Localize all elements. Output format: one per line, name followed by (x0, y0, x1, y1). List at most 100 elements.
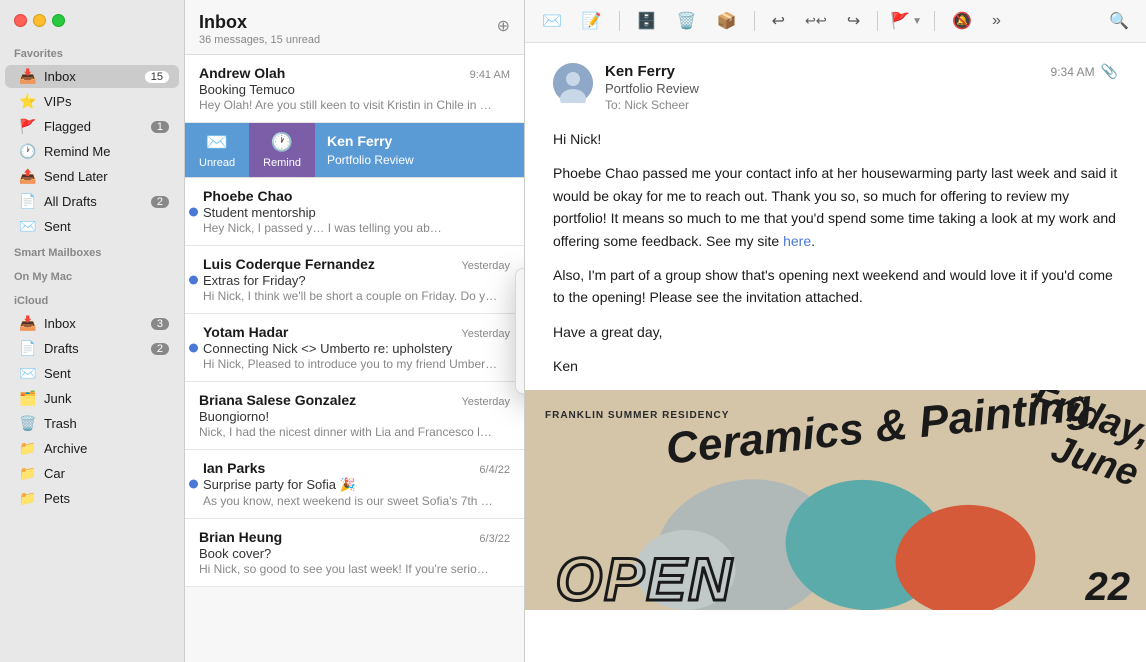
move-button[interactable]: 📦 (712, 8, 742, 34)
sidebar-item-label: All Drafts (44, 194, 144, 209)
folder-icon: 📁 (19, 465, 37, 482)
sidebar-item-flagged[interactable]: 🚩 Flagged 1 (5, 115, 179, 138)
sidebar-item-icloud-sent[interactable]: ✉️ Sent (5, 362, 179, 385)
unread-indicator (189, 343, 198, 352)
unread-icon: ✉️ (206, 132, 228, 153)
sidebar-item-icloud-inbox[interactable]: 📥 Inbox 3 (5, 312, 179, 335)
toolbar-separator (754, 11, 755, 31)
send-later-icon: 📤 (19, 168, 37, 185)
ken-ferry-swipe[interactable]: Ken Ferry Portfolio Review (315, 123, 524, 177)
delete-button[interactable]: 🗑️ (672, 8, 702, 34)
site-link[interactable]: here (783, 233, 811, 249)
sender-avatar (553, 63, 593, 103)
remind-swipe-button[interactable]: 🕐 Remind (249, 123, 315, 177)
clock-icon: 🕐 (19, 143, 37, 160)
remind-later[interactable]: Remind me Later… (516, 360, 524, 389)
forward-button[interactable]: ↪ (842, 8, 865, 34)
message-sender: Ian Parks (203, 460, 265, 476)
message-item[interactable]: Brian Heung 6/3/22 Book cover? Hi Nick, … (185, 519, 524, 587)
message-time: 6/4/22 (479, 464, 510, 476)
flag-button[interactable]: 🚩 ▼ (890, 11, 922, 31)
message-preview: Hey Nick, I passed y… I was telling you … (203, 221, 498, 235)
sidebar-item-icloud-junk[interactable]: 🗂️ Junk (5, 387, 179, 410)
flagged-badge: 1 (151, 121, 169, 133)
message-item[interactable]: Phoebe Chao Student mentorship Hey Nick,… (185, 178, 524, 246)
icloud-inbox-badge: 3 (151, 318, 169, 330)
sidebar-item-label: Drafts (44, 341, 144, 356)
new-message-button[interactable]: ✉️ (537, 8, 567, 34)
sidebar-item-icloud-car[interactable]: 📁 Car (5, 462, 179, 485)
drafts-badge: 2 (151, 196, 169, 208)
sidebar-item-icloud-archive[interactable]: 📁 Archive (5, 437, 179, 460)
filter-icon[interactable]: ⊕ (497, 16, 510, 36)
message-time: 6/3/22 (479, 533, 510, 545)
body-paragraph: Also, I'm part of a group show that's op… (553, 264, 1118, 309)
message-item[interactable]: Andrew Olah 9:41 AM Booking Temuco Hey O… (185, 55, 524, 123)
message-time: Yesterday (461, 396, 510, 408)
trash-icon: 🗑️ (19, 415, 37, 432)
archive-button[interactable]: 🗄️ (632, 8, 662, 34)
sidebar-item-remind-me[interactable]: 🕐 Remind Me (5, 140, 179, 163)
smart-mailboxes-label: Smart Mailboxes (0, 239, 184, 263)
body-paragraph: Hi Nick! (553, 128, 1118, 150)
message-item[interactable]: Ian Parks 6/4/22 Surprise party for Sofi… (185, 450, 524, 519)
message-body: Hi Nick! Phoebe Chao passed me your cont… (553, 128, 1118, 378)
body-paragraph: Have a great day, (553, 321, 1118, 343)
message-preview: Nick, I had the nicest dinner with Lia a… (199, 425, 494, 439)
message-header: Ken Ferry Portfolio Review To: Nick Sche… (553, 63, 1118, 112)
unread-swipe-button[interactable]: ✉️ Unread (185, 123, 249, 177)
traffic-lights (14, 14, 65, 27)
mute-button[interactable]: 🔕 (947, 8, 977, 34)
message-preview: As you know, next weekend is our sweet S… (203, 494, 498, 508)
sidebar-item-label: Inbox (44, 69, 138, 84)
sidebar-item-icloud-pets[interactable]: 📁 Pets (5, 487, 179, 510)
remind-tomorrow[interactable]: Remind me Tomorrow (516, 331, 524, 360)
sent-icon: ✉️ (19, 218, 37, 235)
attachment-icon: 📎 (1101, 63, 1118, 80)
sidebar-item-inbox[interactable]: 📥 Inbox 15 (5, 65, 179, 88)
message-sender: Andrew Olah (199, 65, 285, 81)
reply-all-button[interactable]: ↩↩ (800, 10, 832, 32)
sidebar-item-vips[interactable]: ⭐ VIPs (5, 90, 179, 113)
message-preview: Hi Nick, I think we'll be short a couple… (203, 289, 498, 303)
message-subject: Student mentorship (203, 205, 510, 220)
message-item[interactable]: Luis Coderque Fernandez Yesterday Extras… (185, 246, 524, 314)
junk-icon: 🗂️ (19, 390, 37, 407)
detail-panel: ✉️ 📝 🗄️ 🗑️ 📦 ↩ ↩↩ ↪ 🚩 ▼ 🔕 » 🔍 (525, 0, 1146, 662)
sidebar-item-all-drafts[interactable]: 📄 All Drafts 2 (5, 190, 179, 213)
message-sender: Yotam Hadar (203, 324, 288, 340)
minimize-button[interactable] (33, 14, 46, 27)
remind-icon: 🕐 (271, 132, 293, 153)
message-subject: Extras for Friday? (203, 273, 510, 288)
close-button[interactable] (14, 14, 27, 27)
message-item[interactable]: Briana Salese Gonzalez Yesterday Buongio… (185, 382, 524, 450)
message-item[interactable]: Yotam Hadar Yesterday Connecting Nick <>… (185, 314, 524, 382)
unread-indicator (189, 480, 198, 489)
more-button[interactable]: » (987, 9, 1006, 33)
message-time-area: 9:34 AM 📎 (1051, 63, 1118, 80)
sidebar-item-icloud-trash[interactable]: 🗑️ Trash (5, 412, 179, 435)
sidebar-item-label: Inbox (44, 316, 144, 331)
drafts-icon: 📄 (19, 193, 37, 210)
remind-tonight[interactable]: Remind me Tonight (516, 302, 524, 331)
sidebar-item-send-later[interactable]: 📤 Send Later (5, 165, 179, 188)
flag-icon: 🚩 (890, 11, 910, 31)
remind-1hour[interactable]: Remind me in 1 hour (516, 273, 524, 302)
message-time: 9:41 AM (470, 69, 510, 81)
event-poster: FRANKLIN SUMMER RESIDENCY Ceramics & Pai… (525, 390, 1146, 610)
message-to: To: Nick Scheer (605, 98, 1039, 112)
compose-button[interactable]: 📝 (577, 8, 607, 34)
search-button[interactable]: 🔍 (1104, 8, 1134, 34)
message-sender: Phoebe Chao (203, 188, 292, 204)
sidebar-item-label: Remind Me (44, 144, 169, 159)
sidebar-item-sent[interactable]: ✉️ Sent (5, 215, 179, 238)
toolbar-separator (934, 11, 935, 31)
reply-button[interactable]: ↩ (767, 8, 790, 34)
svg-text:22: 22 (1085, 565, 1131, 609)
sidebar-item-icloud-drafts[interactable]: 📄 Drafts 2 (5, 337, 179, 360)
unread-label: Unread (199, 157, 235, 169)
message-preview: Hi Nick, Pleased to introduce you to my … (203, 357, 498, 371)
message-list: Inbox 36 messages, 15 unread ⊕ Andrew Ol… (185, 0, 525, 662)
ken-ferry-name: Ken Ferry (327, 133, 392, 149)
fullscreen-button[interactable] (52, 14, 65, 27)
